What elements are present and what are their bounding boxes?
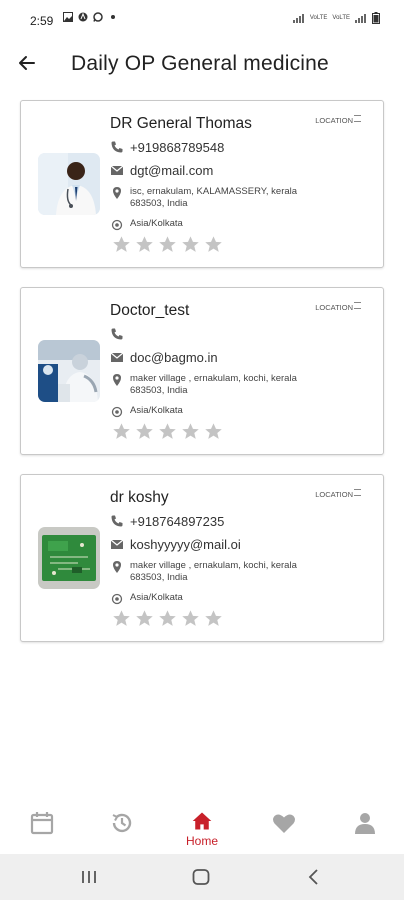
gps-target-icon	[111, 593, 123, 605]
doctor-card[interactable]: LOCATION dr koshy +918764897235 koshyyyy…	[20, 474, 384, 642]
star-icon[interactable]	[135, 422, 154, 441]
more-notifications-dot	[111, 15, 115, 19]
status-bar: 2:59 VoLTE VoLTE	[0, 0, 404, 40]
location-pin-icon	[113, 374, 121, 386]
doctor-phone: +919868789548	[130, 140, 225, 155]
email-icon	[110, 352, 124, 362]
rating-stars[interactable]	[112, 609, 223, 628]
doctor-name: Doctor_test	[110, 302, 190, 319]
doctor-address: isc, ernakulam, KALAMASSERY, kerala 6835…	[130, 186, 298, 209]
star-icon[interactable]	[158, 609, 177, 628]
phone-row[interactable]	[110, 327, 130, 341]
timezone-row: Asia/Kolkata	[110, 218, 183, 232]
doctor-name: DR General Thomas	[110, 115, 252, 132]
nav-history[interactable]	[102, 810, 142, 850]
email-row[interactable]: koshyyyyy@mail.oi	[110, 537, 241, 552]
profile-icon[interactable]	[352, 810, 378, 836]
email-icon	[110, 165, 124, 175]
doctor-card[interactable]: LOCATION DR General Thomas +919868789548…	[20, 100, 384, 268]
star-icon[interactable]	[204, 609, 223, 628]
phone-row[interactable]: +918764897235	[110, 514, 224, 529]
star-icon[interactable]	[112, 235, 131, 254]
notification-icons	[63, 12, 115, 22]
signal-icon	[292, 14, 304, 23]
gps-target-icon	[111, 406, 123, 418]
star-icon[interactable]	[135, 609, 154, 628]
doctor-timezone: Asia/Kolkata	[130, 405, 183, 416]
star-icon[interactable]	[135, 235, 154, 254]
nav-home-label[interactable]: Home	[182, 834, 222, 848]
star-icon[interactable]	[181, 235, 200, 254]
address-row: maker village , ernakulam, kochi, kerala…	[110, 373, 310, 397]
signal-icon-2	[355, 14, 366, 23]
home-button-icon[interactable]	[190, 866, 212, 888]
star-icon[interactable]	[112, 609, 131, 628]
rating-stars[interactable]	[112, 422, 223, 441]
doctor-phone: +918764897235	[130, 514, 225, 529]
recent-apps-icon[interactable]	[78, 866, 100, 888]
address-row: isc, ernakulam, KALAMASSERY, kerala 6835…	[110, 186, 310, 210]
doctor-avatar	[38, 340, 100, 402]
nav-home[interactable]: Home	[182, 810, 222, 850]
phone-icon	[111, 328, 123, 340]
history-icon[interactable]	[109, 810, 135, 836]
doctor-address: maker village , ernakulam, kochi, kerala…	[130, 560, 297, 583]
email-row[interactable]: dgt@mail.com	[110, 163, 213, 178]
star-icon[interactable]	[204, 235, 223, 254]
volte-label-2: VoLTE	[332, 15, 350, 21]
doctor-address: maker village , ernakulam, kochi, kerala…	[130, 373, 297, 396]
phone-icon	[111, 515, 123, 527]
home-icon[interactable]	[190, 810, 214, 832]
timezone-row: Asia/Kolkata	[110, 405, 183, 419]
app-notification-icon	[78, 12, 88, 22]
location-pin-icon	[113, 187, 121, 199]
doctor-email: koshyyyyy@mail.oi	[130, 537, 241, 552]
whatsapp-icon	[93, 12, 103, 22]
nav-calendar[interactable]	[22, 810, 62, 850]
doctor-timezone: Asia/Kolkata	[130, 592, 183, 603]
rating-stars[interactable]	[112, 235, 223, 254]
star-icon[interactable]	[112, 422, 131, 441]
address-row: maker village , ernakulam, kochi, kerala…	[110, 560, 310, 584]
gallery-icon	[63, 12, 73, 22]
doctor-card[interactable]: LOCATION Doctor_test doc@bagmo.in maker …	[20, 287, 384, 455]
heart-icon[interactable]	[271, 810, 297, 836]
doctor-name: dr koshy	[110, 489, 169, 506]
star-icon[interactable]	[158, 235, 177, 254]
gps-target-icon	[111, 219, 123, 231]
email-row[interactable]: doc@bagmo.in	[110, 350, 218, 365]
doctor-email: dgt@mail.com	[130, 163, 214, 178]
email-icon	[110, 539, 124, 549]
status-time: 2:59	[30, 14, 54, 28]
phone-row[interactable]: +919868789548	[110, 140, 224, 155]
back-arrow-icon[interactable]	[14, 50, 40, 76]
location-pin-icon	[113, 561, 121, 573]
system-navigation-bar	[0, 854, 404, 900]
timezone-row: Asia/Kolkata	[110, 592, 183, 606]
star-icon[interactable]	[158, 422, 177, 441]
star-icon[interactable]	[181, 422, 200, 441]
doctor-email: doc@bagmo.in	[130, 350, 218, 365]
volte-label-1: VoLTE	[309, 15, 328, 21]
calendar-icon[interactable]	[29, 810, 55, 836]
doctor-avatar	[38, 153, 100, 215]
phone-icon	[111, 141, 123, 153]
system-status-icons: VoLTE VoLTE	[292, 12, 380, 24]
location-link[interactable]: LOCATION	[315, 115, 361, 125]
star-icon[interactable]	[181, 609, 200, 628]
app-header: Daily OP General medicine	[0, 44, 404, 84]
nav-favorites[interactable]	[264, 810, 304, 850]
battery-icon	[372, 12, 380, 24]
location-link[interactable]: LOCATION	[315, 302, 361, 312]
page-title: Daily OP General medicine	[71, 52, 329, 75]
bottom-navigation: Home	[0, 798, 404, 854]
star-icon[interactable]	[204, 422, 223, 441]
nav-profile[interactable]	[345, 810, 385, 850]
location-link[interactable]: LOCATION	[315, 489, 361, 499]
system-back-icon[interactable]	[303, 866, 325, 888]
doctor-avatar	[38, 527, 100, 589]
doctor-timezone: Asia/Kolkata	[130, 218, 183, 229]
